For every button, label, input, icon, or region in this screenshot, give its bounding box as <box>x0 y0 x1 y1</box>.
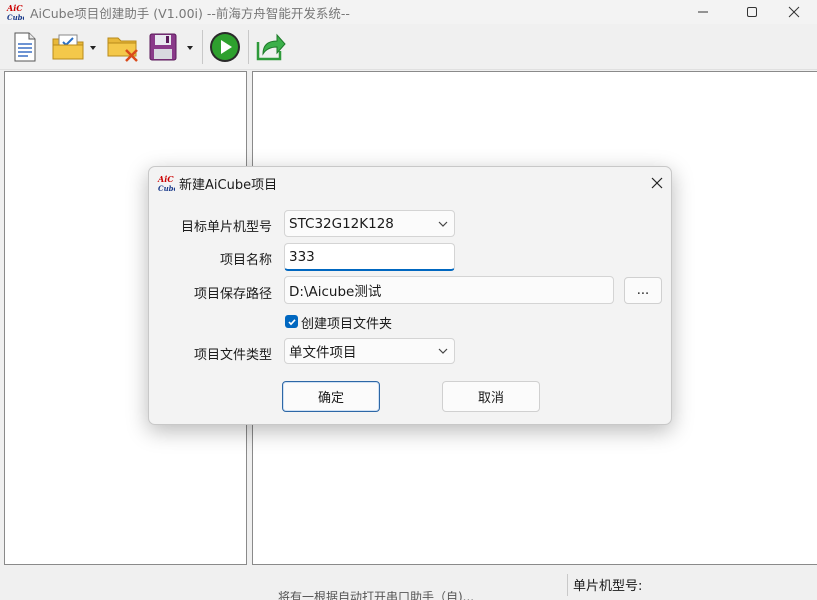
export-icon <box>256 33 286 61</box>
app-logo-icon: AiC Cube <box>6 3 24 22</box>
svg-text:Cube: Cube <box>7 13 24 22</box>
maximize-icon <box>747 7 757 17</box>
save-button[interactable] <box>146 30 180 64</box>
project-name-value: 333 <box>289 248 315 265</box>
status-mcu-label: 单片机型号: <box>573 579 643 594</box>
new-project-button[interactable] <box>10 30 40 64</box>
save-icon <box>149 33 177 61</box>
create-folder-checkbox[interactable] <box>285 315 298 328</box>
save-dropdown-icon[interactable] <box>186 44 194 52</box>
status-divider <box>567 574 568 596</box>
status-message: 将有一根据自动打开串口助手（自)... <box>278 591 475 600</box>
save-path-input[interactable]: D:\Aicube测试 <box>284 276 614 304</box>
project-name-input[interactable]: 333 <box>284 243 455 271</box>
minimize-button[interactable] <box>680 0 726 24</box>
mcu-label: 目标单片机型号 <box>180 220 272 235</box>
dialog-logo-icon: AiC Cube <box>157 174 175 193</box>
close-window-button[interactable] <box>771 0 817 24</box>
open-dropdown-icon[interactable] <box>89 44 97 52</box>
maximize-button[interactable] <box>729 0 775 24</box>
title-bar: AiC Cube AiCube项目创建助手 (V1.00i) --前海方舟智能开… <box>0 0 817 24</box>
file-type-value: 单文件项目 <box>289 345 357 361</box>
close-project-icon <box>107 37 138 62</box>
file-type-label: 项目文件类型 <box>193 348 272 363</box>
cancel-button[interactable]: 取消 <box>442 381 540 412</box>
new-project-dialog: AiC Cube 新建AiCube项目 目标单片机型号 STC32G12K128… <box>148 166 672 425</box>
toolbar-separator <box>248 30 249 64</box>
run-icon <box>210 32 240 62</box>
minimize-icon <box>698 11 708 13</box>
toolbar <box>0 24 817 70</box>
project-name-label: 项目名称 <box>219 253 272 268</box>
close-icon <box>788 6 800 18</box>
ok-button[interactable]: 确定 <box>282 381 380 412</box>
dialog-close-button[interactable] <box>645 171 669 195</box>
open-project-button[interactable] <box>50 30 86 64</box>
toolbar-separator <box>202 30 203 64</box>
svg-text:AiC: AiC <box>6 3 23 13</box>
window-title: AiCube项目创建助手 (V1.00i) --前海方舟智能开发系统-- <box>30 6 350 21</box>
export-button[interactable] <box>254 30 288 64</box>
run-button[interactable] <box>208 30 242 64</box>
create-folder-label[interactable]: 创建项目文件夹 <box>301 313 392 332</box>
chevron-down-icon <box>438 348 448 354</box>
close-icon <box>651 177 663 189</box>
file-type-select[interactable]: 单文件项目 <box>284 338 455 364</box>
mcu-select[interactable]: STC32G12K128 <box>284 210 455 237</box>
mcu-select-value: STC32G12K128 <box>289 215 394 232</box>
checkmark-icon <box>287 318 296 325</box>
browse-button[interactable]: ... <box>624 277 662 304</box>
save-path-label: 项目保存路径 <box>193 287 272 302</box>
chevron-down-icon <box>438 221 448 227</box>
dialog-title: 新建AiCube项目 <box>179 178 278 193</box>
svg-text:Cube: Cube <box>158 184 175 193</box>
svg-text:AiC: AiC <box>157 174 174 184</box>
close-project-button[interactable] <box>106 30 140 64</box>
save-path-value: D:\Aicube测试 <box>289 284 382 300</box>
open-project-icon <box>52 34 84 60</box>
new-document-icon <box>14 32 36 62</box>
